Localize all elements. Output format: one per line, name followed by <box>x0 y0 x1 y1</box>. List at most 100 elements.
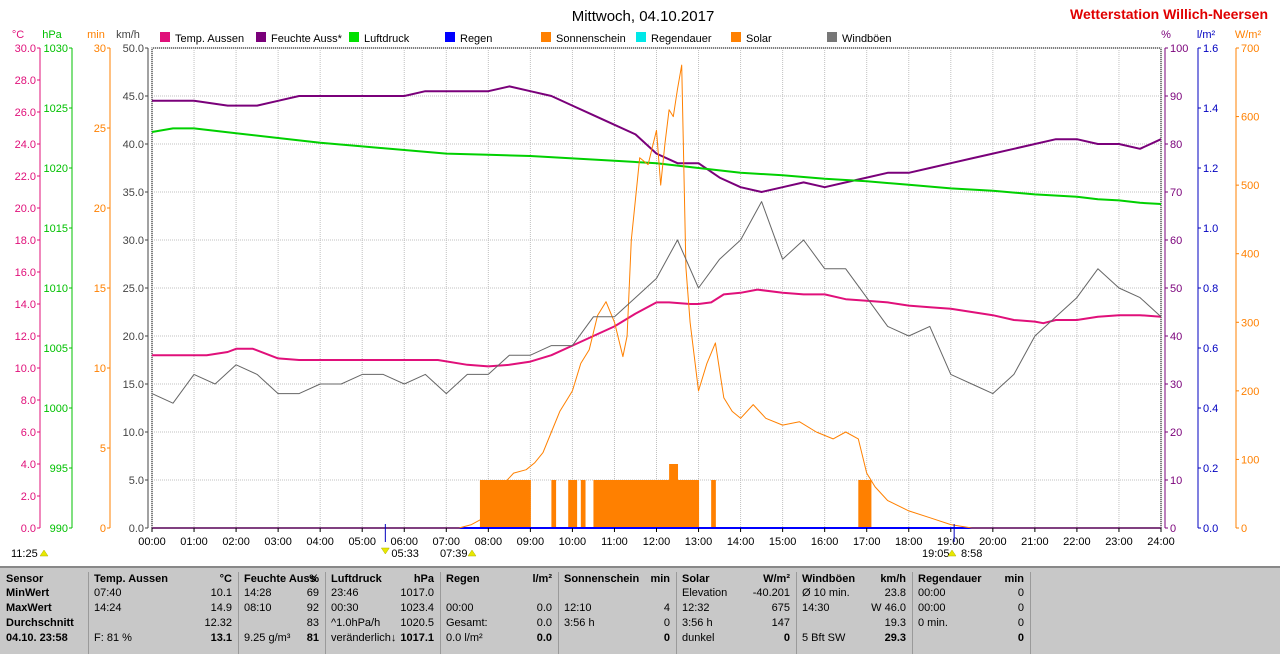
cell-time: 9.25 g/m³ <box>244 632 291 644</box>
column-unit: min <box>1004 573 1024 585</box>
row-label-date: 04.10. 23:58 <box>6 632 68 644</box>
summary-column: Feuchte Auss% 14:28 69 08:10 92 83 9.25 g/m³ 81 <box>238 572 326 654</box>
sunshine-bar <box>664 480 670 528</box>
cell-time: 23:46 <box>331 587 359 599</box>
cell-time: 00:00 <box>918 587 946 599</box>
axis-tick-label: 30.0 <box>15 43 36 55</box>
sunset-time: 19:05 <box>922 548 950 560</box>
row-label-max: MaxWert <box>6 602 52 614</box>
column-header: Feuchte Auss% <box>244 573 319 587</box>
legend-label: Temp. Aussen <box>175 33 244 45</box>
summary-column: Luftdruck hPa 23:46 1017.0 00:30 1023.4 ^1.0hP… <box>325 572 441 654</box>
dawn-time: 07:39 <box>440 548 468 560</box>
cell-value: 23.8 <box>884 587 906 599</box>
legend-label: Regen <box>460 33 492 45</box>
axis-tick-label: 0 <box>1170 523 1176 535</box>
x-tick-label: 17:00 <box>853 536 881 548</box>
x-tick-label: 12:00 <box>643 536 671 548</box>
table-row: ^1.0hPa/h 1020.5 <box>331 617 434 631</box>
axis-tick-label: 0 <box>1241 523 1247 535</box>
column-header: Windböen km/h <box>802 573 906 587</box>
axis-tick-label: 10.0 <box>123 427 144 439</box>
sunshine-bar <box>627 480 632 528</box>
table-row: 0 <box>564 632 670 646</box>
sunshine-bar <box>479 480 485 528</box>
legend-swatch <box>731 32 741 42</box>
axis-tick-label: 20.0 <box>123 331 144 343</box>
axis-tick-label: 1010 <box>44 283 68 295</box>
x-tick-label: 23:00 <box>1105 536 1133 548</box>
table-row: 12.32 <box>94 617 232 631</box>
table-row: Ø 10 min. 23.8 <box>802 587 906 601</box>
axis-tick-label: 20.0 <box>15 203 36 215</box>
table-row: 5 Bft SW 29.3 <box>802 632 906 646</box>
sensor-header: Sensor <box>6 573 44 585</box>
axis-tick-label: 90 <box>1170 91 1182 103</box>
cell-time: 07:40 <box>94 587 122 599</box>
sunshine-bar <box>685 480 691 528</box>
axis-tick-label: 0.6 <box>1203 343 1218 355</box>
axis-tick-label: 1.2 <box>1203 163 1218 175</box>
axis-tick-label: 0.4 <box>1203 403 1218 415</box>
axis-tick-label: 200 <box>1241 386 1259 398</box>
x-tick-label: 21:00 <box>1021 536 1049 548</box>
x-tick-label: 14:00 <box>727 536 755 548</box>
cell-time: 0 min. <box>918 617 948 629</box>
sunshine-bar <box>572 480 578 528</box>
cell-value: 0.0 <box>536 632 552 644</box>
cell-value: 1017.0 <box>400 587 434 599</box>
cell-time: 3:56 h <box>682 617 713 629</box>
table-row: 12:10 4 <box>564 602 670 616</box>
sunshine-bar <box>673 464 679 528</box>
axis-tick-label: 10.0 <box>15 363 36 375</box>
axis-tick-label: 1030 <box>44 43 68 55</box>
axis-tick-label: 28.0 <box>15 75 36 87</box>
column-unit: km/h <box>880 573 906 585</box>
axis-tick-label: 50 <box>1170 283 1182 295</box>
axis-tick-label: 0.8 <box>1203 283 1218 295</box>
column-header: Luftdruck hPa <box>331 573 434 587</box>
sunshine-bar <box>690 480 695 528</box>
sunshine-bar <box>597 480 603 528</box>
column-unit: °C <box>219 573 232 585</box>
sunshine-bar <box>601 480 607 528</box>
axis-tick-label: 15 <box>94 283 106 295</box>
cell-time: 14:30 <box>802 602 830 614</box>
axis-unit-label: hPa <box>42 29 62 41</box>
axis-tick-label: 22.0 <box>15 171 36 183</box>
axis-tick-label: 0.2 <box>1203 463 1218 475</box>
sunshine-bar <box>568 480 573 528</box>
axis-tick-label: 18.0 <box>15 235 36 247</box>
legend-label: Windböen <box>842 33 892 45</box>
sunshine-bar <box>500 480 506 528</box>
table-row: 07:40 10.1 <box>94 587 232 601</box>
cell-value: 19.3 <box>884 617 906 629</box>
axis-tick-label: 700 <box>1241 43 1259 55</box>
sunshine-bar <box>618 480 624 528</box>
sunrise-time: 05:33 <box>391 548 419 560</box>
axis-tick-label: 15.0 <box>123 379 144 391</box>
cell-value: 4 <box>663 602 670 614</box>
cell-value: 0 <box>1017 602 1024 614</box>
legend-label: Solar <box>746 33 772 45</box>
x-tick-label: 01:00 <box>180 536 208 548</box>
row-label-avg: Durchschnitt <box>6 617 74 629</box>
column-unit: % <box>309 573 319 585</box>
axis-tick-label: 500 <box>1241 180 1259 192</box>
axis-tick-label: 990 <box>50 523 68 535</box>
table-row: 0 min. 0 <box>918 617 1024 631</box>
sunshine-bar <box>484 480 489 528</box>
legend-swatch <box>160 32 170 42</box>
x-tick-label: 04:00 <box>306 536 334 548</box>
sunshine-bar <box>606 480 611 528</box>
axis-tick-label: 12.0 <box>15 331 36 343</box>
column-title: Sonnenschein <box>564 573 640 585</box>
legend-swatch <box>445 32 455 42</box>
sunshine-bar <box>517 480 523 528</box>
axis-tick-label: 60 <box>1170 235 1182 247</box>
axis-tick-label: 1005 <box>44 343 68 355</box>
axis-tick-label: 8.0 <box>21 395 36 407</box>
sunshine-bar <box>593 480 599 528</box>
column-title: Feuchte Auss <box>244 573 316 585</box>
cell-value: -40.201 <box>752 587 790 599</box>
